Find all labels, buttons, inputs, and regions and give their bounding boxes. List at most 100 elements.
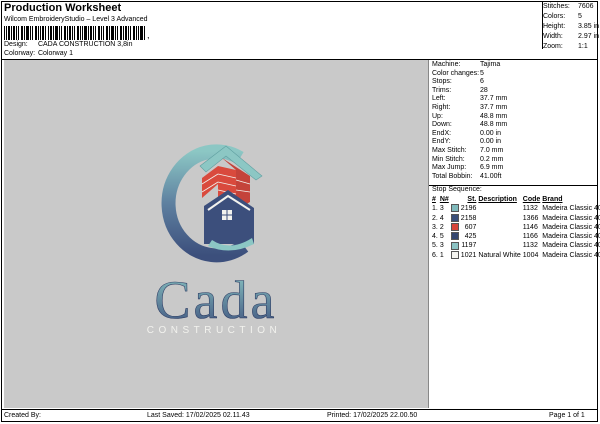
info-row: Max Jump: 6.9 mm	[432, 164, 504, 172]
barcode-image	[4, 26, 145, 40]
color-swatch	[450, 241, 459, 250]
row-needle: 1	[439, 251, 444, 259]
info-row: Max Stitch: 7.0 mm	[432, 146, 504, 154]
info-row: EndY: 0.00 in	[432, 138, 502, 146]
colorway-value: Colorway 1	[37, 50, 73, 57]
row-needle: 3	[439, 242, 444, 250]
row-stitches: 1197	[461, 242, 477, 250]
row-needle: 2	[439, 223, 444, 231]
embroidery-design: Cada CONSTRUCTION	[147, 144, 282, 336]
table-row: 2. 4 2158 1366 Madeira Classic 40	[431, 213, 600, 223]
row-brand: Madeira Classic 40	[542, 233, 600, 241]
row-stitches: 425	[464, 233, 477, 241]
barcode-suffix: ,	[147, 30, 150, 40]
summary-row: Width: 2.97 in	[543, 33, 600, 40]
row-swatch	[450, 232, 460, 241]
row-index: 6.	[432, 251, 438, 259]
color-swatch	[450, 204, 459, 213]
design-preview-canvas: Cada CONSTRUCTION	[4, 60, 428, 408]
info-row: Trims: 28	[432, 86, 488, 94]
row-brand: Madeira Classic 40	[542, 205, 600, 213]
design-row: Design: CADA CONSTRUCTION 3,8in	[4, 41, 132, 48]
row-description: Natural White	[478, 251, 521, 259]
row-code: 1004	[522, 251, 539, 259]
brand-wordmark: Cada	[155, 270, 278, 330]
row-index: 4.	[432, 233, 438, 241]
footer-divider	[1, 409, 598, 410]
last-saved: Last Saved: 17/02/2025 02.11.43	[147, 412, 250, 419]
page-title: Production Worksheet	[4, 2, 122, 14]
info-row: Up: 48.8 mm	[432, 112, 508, 120]
row-brand: Madeira Classic 40	[542, 242, 600, 250]
info-row: Right: 37.7 mm	[432, 103, 508, 111]
row-swatch	[450, 241, 460, 250]
row-brand: Madeira Classic 40	[542, 223, 600, 231]
color-swatch	[450, 223, 459, 232]
row-stitches: 2158	[460, 214, 477, 222]
row-description	[477, 241, 521, 250]
row-needle: 3	[439, 205, 444, 213]
software-subtitle: Wilcom EmbroideryStudio – Level 3 Advanc…	[4, 16, 148, 23]
color-swatch	[450, 250, 459, 259]
page-number: Page 1 of 1	[549, 412, 585, 419]
machine-info-panel: Machine: Tajima Color changes:5 Stops: 6 T…	[432, 61, 598, 181]
row-needle: 4	[439, 214, 444, 222]
color-swatch	[450, 232, 459, 241]
summary-row: Stitches: 7606	[543, 3, 594, 10]
table-row: 5. 3 1197 1132 Madeira Classic 40	[431, 241, 600, 250]
info-row: Total Bobbin: 41.00ft	[432, 172, 502, 180]
summary-panel: Stitches: 7606 Colors: 5 Height: 3.85 in Wi…	[543, 2, 600, 52]
row-brand: Madeira Classic 40	[542, 251, 600, 259]
info-row: Min Stitch: 0.2 mm	[432, 155, 504, 163]
summary-row: Colors: 5	[543, 13, 582, 20]
row-index: 2.	[432, 214, 438, 222]
row-code: 1366	[522, 214, 539, 222]
row-needle: 5	[439, 233, 444, 241]
row-swatch	[450, 213, 460, 223]
summary-row: Zoom: 1:1	[543, 43, 588, 50]
info-row: EndX: 0.00 in	[432, 129, 502, 137]
row-index: 5.	[432, 242, 438, 250]
row-stitches: 1021	[460, 251, 477, 259]
colorway-label: Colorway:	[4, 50, 36, 57]
row-brand: Madeira Classic 40	[542, 214, 600, 222]
col-stitches: St.	[467, 196, 477, 203]
info-row: Stops: 6	[432, 78, 484, 86]
col-code: Code	[522, 196, 541, 203]
row-stitches: 607	[464, 223, 477, 231]
info-row: Left: 37.7 mm	[432, 95, 508, 103]
info-row: Color changes:5	[432, 69, 484, 77]
table-row: 3. 2 607 1146 Madeira Classic 40	[431, 223, 600, 232]
info-row: Down: 48.8 mm	[432, 121, 508, 129]
table-row: 4. 5 425 1166 Madeira Classic 40	[431, 232, 600, 241]
row-code: 1132	[522, 205, 538, 213]
row-code: 1132	[522, 242, 538, 250]
row-index: 3.	[432, 223, 438, 231]
summary-row: Height: 3.85 in	[543, 23, 600, 30]
row-description	[477, 204, 521, 213]
row-stitches: 2196	[460, 205, 477, 213]
printed-date: Printed: 17/02/2025 22.00.50	[327, 412, 418, 419]
row-code: 1146	[522, 223, 538, 231]
row-swatch	[450, 204, 460, 213]
design-value: CADA CONSTRUCTION 3,8in	[37, 41, 133, 48]
col-needle: N#	[439, 196, 449, 203]
row-swatch	[450, 223, 460, 232]
row-swatch	[450, 250, 460, 260]
stop-sequence-table: # N# St. Description Code Brand 1. 3 2196 1…	[431, 195, 600, 260]
info-row: Machine: Tajima	[432, 61, 501, 68]
row-description	[477, 223, 521, 232]
row-description	[477, 214, 521, 223]
col-description: Description	[478, 196, 517, 203]
row-description	[477, 232, 521, 241]
col-brand: Brand	[542, 196, 563, 203]
row-index: 1.	[432, 205, 438, 213]
table-row: 6. 1 1021 Natural White 1004 Madeira Classic …	[431, 250, 600, 260]
brand-tagline: CONSTRUCTION	[147, 325, 282, 336]
created-by: Created By:	[4, 412, 41, 419]
colorway-row: Colorway: Colorway 1	[4, 50, 73, 57]
stop-sequence-title: Stop Sequence:	[432, 186, 482, 193]
row-code: 1166	[522, 233, 538, 241]
color-swatch	[450, 213, 459, 222]
design-label: Design:	[4, 41, 28, 48]
